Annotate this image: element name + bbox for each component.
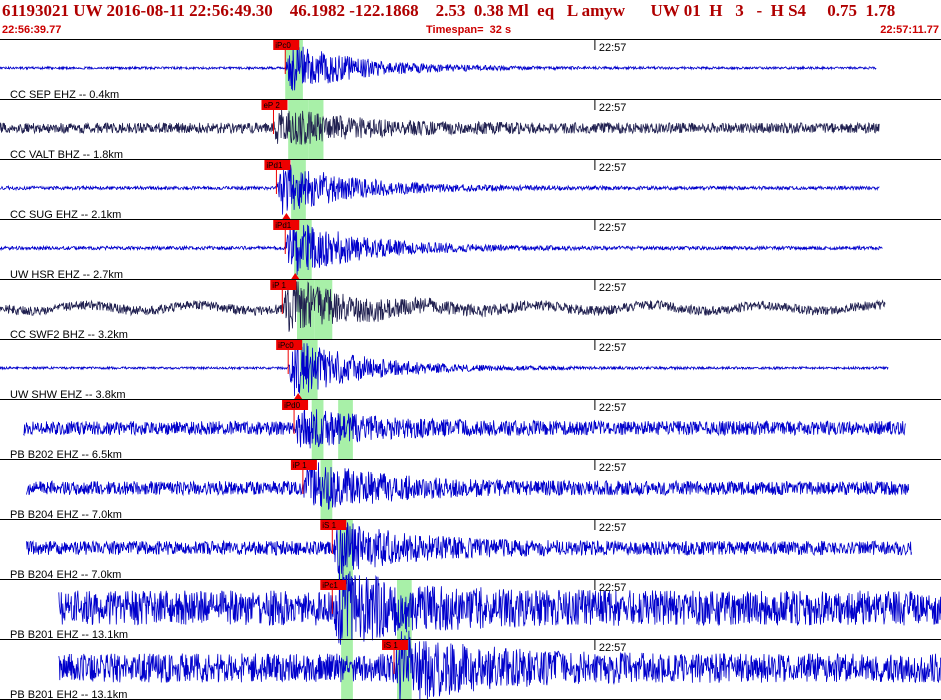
waveform-trace bbox=[26, 522, 912, 576]
minute-tick-label: 22:57 bbox=[599, 402, 627, 414]
pick-label: iS 1 bbox=[322, 521, 336, 530]
waveform-trace bbox=[58, 566, 941, 647]
seismogram-panel: iPc0 22:57CC SEP EHZ -- 0.4kmeP 2 22:57CC … bbox=[0, 39, 941, 700]
waveform-trace bbox=[0, 163, 880, 215]
minute-tick-label: 22:57 bbox=[599, 162, 627, 174]
minute-tick-label: 22:57 bbox=[599, 222, 627, 234]
pick-label: iS 1 bbox=[384, 641, 398, 650]
pick-label: iPc0 bbox=[278, 341, 294, 350]
pick-label: iPc0 bbox=[275, 41, 291, 50]
minute-tick-label: 22:57 bbox=[599, 342, 627, 354]
minute-tick-label: 22:57 bbox=[599, 582, 627, 594]
minute-tick-label: 22:57 bbox=[599, 282, 627, 294]
waveform-trace bbox=[0, 220, 883, 275]
waveform-trace bbox=[0, 343, 889, 397]
minute-tick-label: 22:57 bbox=[599, 522, 627, 534]
pick-triangle-up bbox=[282, 213, 291, 219]
waveform-trace bbox=[26, 460, 910, 511]
waveform-trace bbox=[0, 46, 877, 91]
waveform-trace bbox=[0, 281, 886, 332]
waveform-trace bbox=[0, 108, 880, 145]
pick-label: eP 2 bbox=[263, 101, 280, 110]
minute-tick-label: 22:57 bbox=[599, 642, 627, 654]
waveform-trace bbox=[23, 408, 907, 449]
minute-tick-label: 22:57 bbox=[599, 102, 627, 114]
minute-tick-label: 22:57 bbox=[599, 42, 627, 54]
pick-label: iPd1 bbox=[275, 221, 292, 230]
pick-label: iPc1 bbox=[322, 581, 338, 590]
pick-label: iP 1 bbox=[293, 461, 307, 470]
pick-label: iPd1 bbox=[266, 161, 283, 170]
minute-tick-label: 22:57 bbox=[599, 462, 627, 474]
pick-label: iP 1 bbox=[272, 281, 286, 290]
waveform-trace bbox=[58, 630, 941, 700]
station-label: PB B201 EH2 -- 13.1km bbox=[10, 689, 127, 700]
pick-label: iPd0 bbox=[284, 401, 301, 410]
